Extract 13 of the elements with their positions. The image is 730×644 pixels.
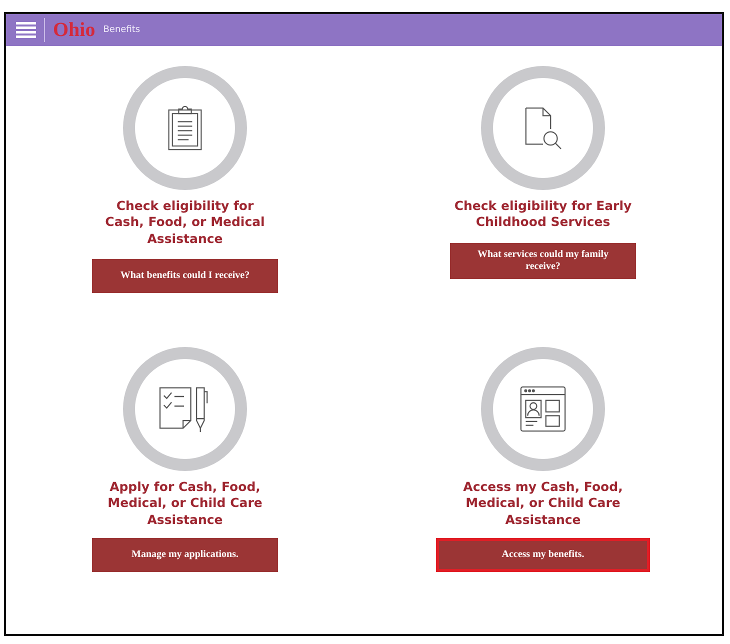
card-title: Access my Cash, Food, Medical, or Child Care Assistance (462, 479, 624, 528)
profile-window-icon (519, 385, 567, 433)
menu-icon[interactable] (16, 22, 36, 38)
action-button[interactable]: What benefits could I receive? (92, 258, 278, 293)
clipboard-icon (167, 105, 203, 151)
card-title: Check eligibility for Early Childhood Services (453, 198, 633, 230)
action-button[interactable]: Manage my applications. (92, 538, 278, 572)
document-search-icon (524, 106, 562, 150)
card-title: Apply for Cash, Food, Medical, or Child Care Assistance (106, 479, 264, 528)
action-button[interactable]: Access my benefits. (436, 538, 650, 572)
site-subtitle: Benefits (103, 25, 140, 35)
card-title: Check eligibility for Cash, Food, or Medical Assistance (104, 198, 266, 247)
action-button[interactable]: What services could my family receive? (450, 242, 636, 278)
